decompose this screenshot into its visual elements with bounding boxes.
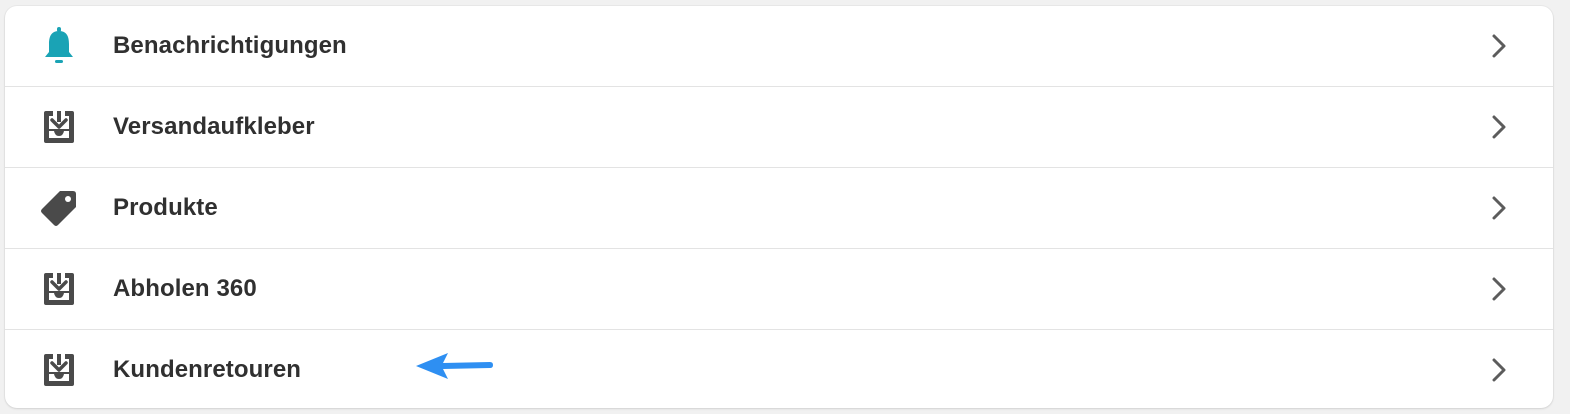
settings-item-abholen-360[interactable]: Abholen 360 xyxy=(5,249,1553,330)
bell-icon xyxy=(39,26,79,66)
chevron-right-icon xyxy=(1492,115,1506,139)
arrow-left-icon xyxy=(416,353,493,379)
settings-item-label: Kundenretouren xyxy=(113,356,302,383)
inbox-download-icon xyxy=(39,350,79,390)
inbox-download-icon xyxy=(39,269,79,309)
chevron-right-icon xyxy=(1492,34,1506,58)
tag-icon xyxy=(39,188,79,228)
chevron-right-icon xyxy=(1492,196,1506,220)
settings-item-label: Benachrichtigungen xyxy=(113,32,347,59)
settings-item-produkte[interactable]: Produkte xyxy=(5,168,1553,249)
chevron-right-icon xyxy=(1492,358,1506,382)
chevron-right-icon xyxy=(1492,277,1506,301)
settings-item-versandaufkleber[interactable]: Versandaufkleber xyxy=(5,87,1553,168)
settings-item-kundenretouren[interactable]: Kundenretouren xyxy=(5,330,1553,408)
settings-item-label: Produkte xyxy=(113,194,218,221)
settings-list-card: Benachrichtigungen Versandaufkleber Prod… xyxy=(5,6,1553,408)
settings-item-label: Abholen 360 xyxy=(113,275,257,302)
settings-item-benachrichtigungen[interactable]: Benachrichtigungen xyxy=(5,6,1553,87)
settings-item-label: Versandaufkleber xyxy=(113,113,315,140)
inbox-download-icon xyxy=(39,107,79,147)
